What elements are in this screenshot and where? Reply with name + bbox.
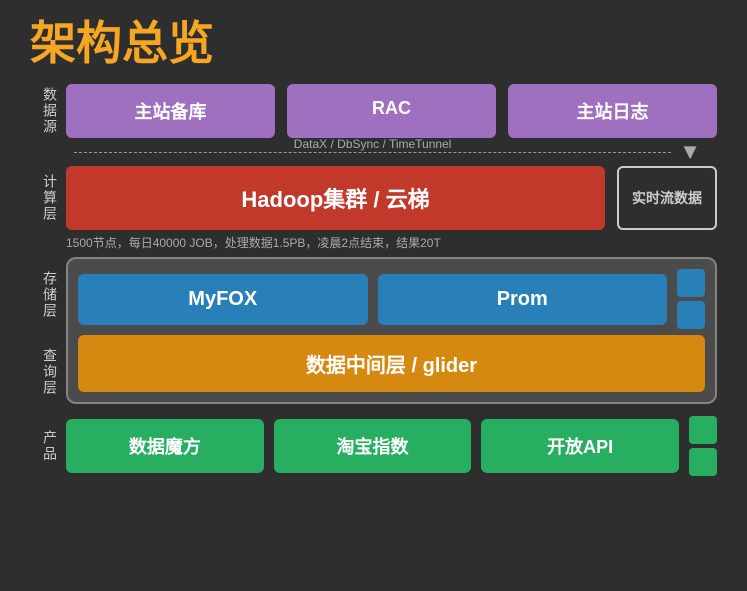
compute-layer: 计算层 Hadoop集群 / 云梯 实时流数据 [30, 166, 717, 230]
data-source-label: 数据源 [30, 87, 58, 135]
compute-content: Hadoop集群 / 云梯 实时流数据 [66, 166, 717, 230]
hadoop-box: Hadoop集群 / 云梯 [66, 166, 605, 230]
main-backup-box: 主站备库 [66, 84, 275, 138]
data-source-layer: 数据源 主站备库 RAC 主站日志 [30, 84, 717, 138]
data-source-content: 主站备库 RAC 主站日志 [66, 84, 717, 138]
query-box: 数据中间层 / glider [78, 335, 705, 392]
storage-query-container: MyFOX Prom 数据中间层 / glider [66, 257, 717, 404]
prom-box: Prom [378, 274, 668, 325]
realtime-box: 实时流数据 [617, 166, 717, 230]
blue-small-boxes [677, 269, 705, 329]
page-title: 架构总览 [30, 20, 717, 66]
storage-boxes: MyFOX Prom [78, 269, 705, 329]
compute-subtitle: 1500节点，每日40000 JOB，处理数据1.5PB，凌晨2点结束，结果20… [30, 234, 717, 251]
arrow-label: DataX / DbSync / TimeTunnel [294, 137, 452, 151]
blue-small-2 [677, 301, 705, 329]
taobao-index-box: 淘宝指数 [274, 419, 472, 473]
rac-box: RAC [287, 84, 496, 138]
architecture-overview: 架构总览 数据源 主站备库 RAC 主站日志 DataX / DbSync / … [0, 0, 747, 591]
myfox-box: MyFOX [78, 274, 368, 325]
green-small-boxes [689, 416, 717, 476]
compute-boxes: Hadoop集群 / 云梯 实时流数据 [66, 166, 717, 230]
blue-small-1 [677, 269, 705, 297]
architecture-diagram: 数据源 主站备库 RAC 主站日志 DataX / DbSync / TimeT… [30, 84, 717, 476]
arrow-main: DataX / DbSync / TimeTunnel ▼ [66, 138, 717, 166]
compute-label: 计算层 [30, 174, 58, 222]
arrow-container: DataX / DbSync / TimeTunnel ▼ [30, 138, 717, 166]
data-cube-box: 数据魔方 [66, 419, 264, 473]
green-small-1 [689, 416, 717, 444]
down-arrow-right: ▼ [679, 139, 701, 165]
storage-label: 存储层 [30, 257, 58, 334]
query-label: 查询层 [30, 334, 58, 411]
open-api-box: 开放API [481, 419, 679, 473]
storage-query-section: 存储层 查询层 MyFOX Prom 数据中间层 / glider [30, 257, 717, 410]
product-boxes: 数据魔方 淘宝指数 开放API [66, 416, 717, 476]
data-source-boxes: 主站备库 RAC 主站日志 [66, 84, 717, 138]
green-small-2 [689, 448, 717, 476]
product-label: 产品 [30, 430, 58, 462]
main-log-box: 主站日志 [508, 84, 717, 138]
product-layer: 产品 数据魔方 淘宝指数 开放API [30, 416, 717, 476]
